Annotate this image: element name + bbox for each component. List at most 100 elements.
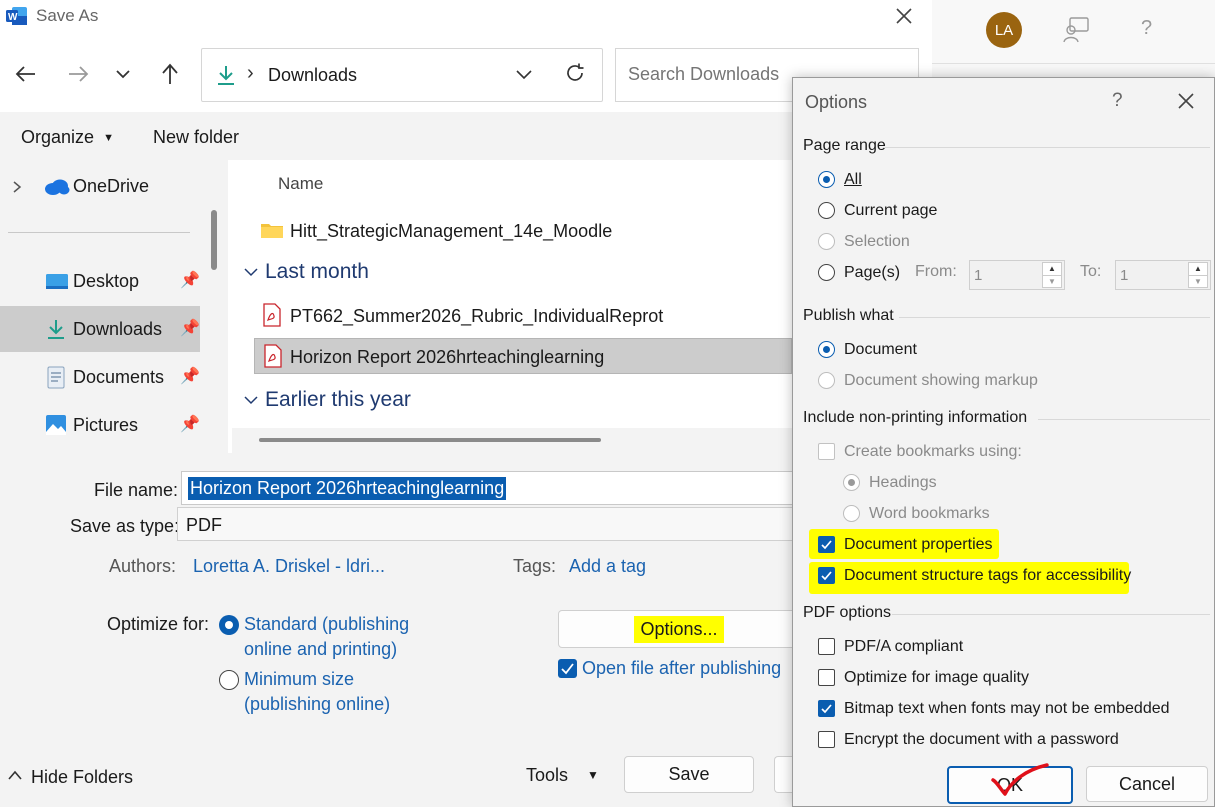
nav-item-pictures[interactable]: Pictures 📌 [0,402,200,448]
organize-label: Organize [21,127,95,147]
recent-locations-button[interactable] [105,56,141,92]
checkbox-checked [558,659,577,678]
address-bar[interactable]: › Downloads [201,48,603,102]
radio-indicator [818,171,835,188]
hide-folders-label: Hide Folders [31,767,134,787]
cloud-icon [45,179,70,195]
radio-indicator [818,264,835,281]
nav-item-label: Desktop [73,271,140,291]
annotation-checkmark-icon [991,763,1049,796]
desktop-icon [46,274,68,289]
address-dropdown-button[interactable] [515,69,533,80]
nav-item-desktop[interactable]: Desktop 📌 [0,258,200,304]
pin-icon: 📌 [180,416,200,433]
column-header-name[interactable]: Name [278,174,323,194]
file-name-field[interactable]: Horizon Report 2026hrteachinglearning [181,471,803,505]
group-title: Last month [265,260,369,283]
nav-item-onedrive[interactable]: OneDrive [0,163,200,209]
radio-indicator [818,341,835,358]
bitmap-text-checkbox[interactable]: Bitmap text when fonts may not be embedd… [818,699,1178,721]
save-button[interactable]: Save [624,756,754,793]
bookmarks-headings-radio: Headings [843,473,1023,495]
cancel-button[interactable]: Cancel [1086,766,1208,802]
new-folder-button[interactable]: New folder [153,127,239,148]
back-button[interactable] [8,56,44,92]
svg-text:W: W [8,12,18,23]
document-properties-checkbox[interactable]: Document properties [818,535,1018,557]
avatar[interactable]: LA [986,12,1022,48]
page-range-heading: Page range [803,137,886,154]
options-button[interactable]: Options... [558,610,800,648]
nav-item-documents[interactable]: Documents 📌 [0,354,200,400]
save-as-type-label: Save as type: [70,516,180,536]
option-label: Bitmap text when fonts may not be embedd… [844,700,1170,717]
save-as-type-select[interactable]: PDF [177,507,803,541]
refresh-button[interactable] [564,62,586,84]
options-title: Options [805,92,868,112]
nav-divider [8,232,190,233]
option-label: Encrypt the document with a password [844,731,1119,748]
chevron-right-icon[interactable] [12,180,22,194]
organize-button[interactable]: Organize ▼ [21,127,114,148]
chevron-down-icon [244,396,258,405]
list-item-selected[interactable]: Horizon Report 2026hrteachinglearning [254,338,792,374]
list-item[interactable]: Hitt_StrategicManagement_14e_Moodle [260,218,790,246]
download-icon [216,64,236,86]
option-label: online and printing) [244,639,398,659]
open-after-publishing-checkbox[interactable]: Open file after publishing [558,656,798,682]
scrollbar-thumb[interactable] [259,438,601,442]
image-quality-checkbox[interactable]: Optimize for image quality [818,668,1078,690]
caret-down-icon: ▼ [103,132,114,144]
page-range-current-radio[interactable]: Current page [818,201,1018,223]
structure-tags-checkbox[interactable]: Document structure tags for accessibilit… [818,566,1138,588]
encrypt-checkbox[interactable]: Encrypt the document with a password [818,730,1148,752]
breadcrumb-location[interactable]: Downloads [268,65,357,86]
optimize-standard-radio[interactable]: Standard (publishing online and printing… [219,614,419,664]
optimize-minimum-radio[interactable]: Minimum size (publishing online) [219,669,419,719]
stepper-down-button[interactable]: ▼ [1042,275,1062,288]
option-label: All [844,171,862,188]
option-label: Selection [844,233,910,250]
caret-down-icon: ▼ [587,768,599,782]
page-range-pages-radio[interactable]: Page(s) [818,263,918,285]
forward-button[interactable] [60,56,96,92]
add-tag-link[interactable]: Add a tag [569,556,646,577]
coauthor-icon [1063,17,1089,43]
pdfa-checkbox[interactable]: PDF/A compliant [818,637,1068,659]
create-bookmarks-checkbox: Create bookmarks using: [818,442,1078,464]
tools-button[interactable]: Tools ▼ [526,765,599,786]
stepper-up-button[interactable]: ▲ [1042,262,1062,276]
horizontal-scrollbar[interactable] [232,428,792,453]
checkmark-icon [821,571,832,581]
list-item[interactable]: PT662_Summer2026_Rubric_IndividualReprot [260,302,790,330]
from-page-stepper[interactable]: 1 ▲ ▼ [969,260,1065,290]
page-range-all-radio[interactable]: All [818,170,968,192]
nav-scrollbar-thumb[interactable] [211,210,217,270]
file-name-value: Horizon Report 2026hrteachinglearning [188,477,507,500]
file-name: PT662_Summer2026_Rubric_IndividualReprot [290,306,664,326]
options-close-button[interactable] [1177,92,1195,110]
close-button[interactable] [894,6,918,26]
publish-document-radio[interactable]: Document [818,340,1018,362]
close-icon [896,8,912,24]
comments-button[interactable] [1062,16,1090,44]
radio-indicator [818,202,835,219]
help-button[interactable]: ? [1141,17,1152,40]
breadcrumb-separator: › [247,62,254,84]
to-page-stepper[interactable]: 1 ▲ ▼ [1115,260,1211,290]
refresh-icon [567,63,584,81]
checkbox-indicator [818,443,835,460]
up-button[interactable] [152,56,188,92]
stepper-down-button[interactable]: ▼ [1188,275,1208,288]
section-divider [892,614,1210,615]
option-label: Word bookmarks [869,505,990,522]
option-label: Create bookmarks using: [844,443,1022,460]
file-name: Horizon Report 2026hrteachinglearning [290,347,605,367]
nav-item-downloads[interactable]: Downloads 📌 [0,306,200,352]
optimize-for-label: Optimize for: [107,614,210,634]
dialog-title: Save As [36,6,99,25]
authors-value[interactable]: Loretta A. Driskel - ldri... [193,556,385,577]
options-help-button[interactable]: ? [1112,90,1123,112]
stepper-up-button[interactable]: ▲ [1188,262,1208,276]
options-dialog: Options ? Page range All Current page Se… [792,77,1215,807]
